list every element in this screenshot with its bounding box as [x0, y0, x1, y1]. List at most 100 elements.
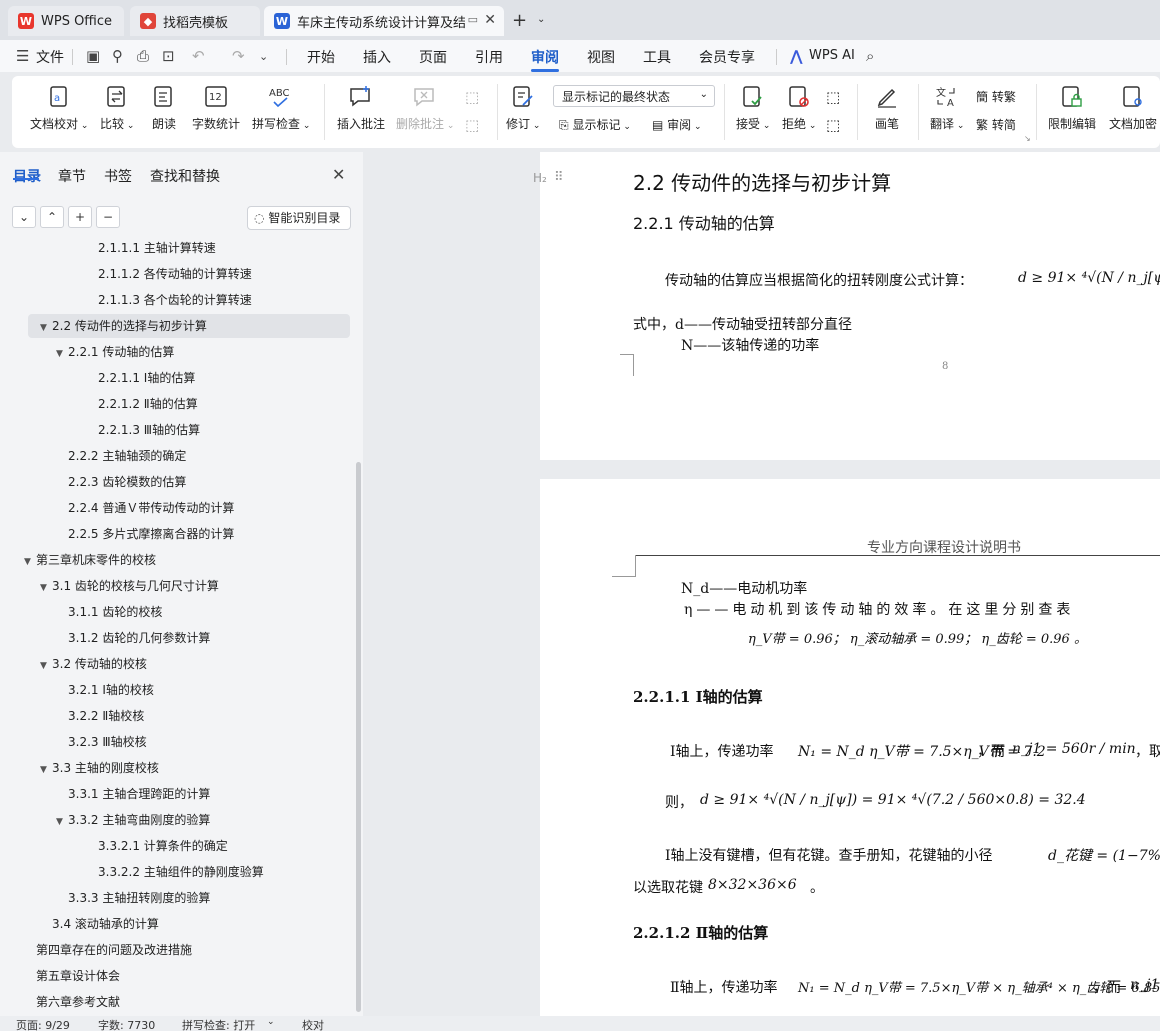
spell-check-indicator[interactable]: 拼写检查: 打开	[182, 1017, 255, 1031]
prev-change-icon[interactable]: ⬚	[826, 88, 840, 106]
drag-handle-icon[interactable]: ⠿	[554, 170, 564, 185]
tab-wps-office[interactable]: W WPS Office	[8, 6, 124, 36]
toc-item[interactable]: 2.1.1.2 各传动轴的计算转速	[86, 262, 252, 286]
review-pane-button[interactable]: ▤ 审阅 ⌄	[652, 116, 702, 133]
toc-item[interactable]: ▼ 第三章机床零件的校核	[24, 548, 156, 572]
toc-item[interactable]: ▼ 2.2 传动件的选择与初步计算	[28, 314, 350, 338]
page-indicator[interactable]: 页面: 9/29	[16, 1017, 70, 1031]
toc-item[interactable]: 3.3.1 主轴合理跨距的计算	[56, 782, 210, 806]
expand-up-button[interactable]: ⌃	[40, 206, 64, 228]
spell-check-button[interactable]: ABC 拼写检查 ⌄	[252, 84, 310, 132]
print-preview-icon[interactable]: ⊡	[162, 47, 175, 65]
toc-item[interactable]: 3.3.3 主轴扭转刚度的验算	[56, 886, 210, 910]
toc-item[interactable]: 2.2.4 普通Ｖ带传动传动的计算	[56, 496, 234, 520]
share-icon[interactable]: ⚲	[112, 47, 123, 65]
search-icon[interactable]: ⌕	[866, 47, 874, 65]
add-level-button[interactable]: +	[68, 206, 92, 228]
toc-item[interactable]: 3.3.2.2 主轴组件的静刚度验算	[86, 860, 264, 884]
save-icon[interactable]: ▣	[86, 47, 100, 65]
menu-review[interactable]: 审阅	[531, 47, 559, 67]
chevron-down-icon[interactable]: ⌄	[537, 14, 545, 25]
toc-item[interactable]: 第四章存在的问题及改进措施	[24, 938, 192, 962]
toc-item[interactable]: ▼ 2.2.1 传动轴的估算	[56, 340, 174, 364]
toc-item[interactable]: ▼ 3.1 齿轮的校核与几何尺寸计算	[40, 574, 219, 598]
toc-item[interactable]: 3.2.1 Ⅰ轴的校核	[56, 678, 154, 702]
toc-item[interactable]: 2.2.2 主轴轴颈的确定	[56, 444, 186, 468]
revise-button[interactable]: 修订 ⌄	[506, 84, 540, 132]
toc-item[interactable]: 3.2.2 Ⅱ轴校核	[56, 704, 144, 728]
tab-toc[interactable]: 目录	[13, 166, 41, 186]
caret-down-icon[interactable]: ▼	[56, 342, 68, 366]
tab-document[interactable]: W 车床主传动系统设计计算及结构 ▭ ✕	[264, 6, 504, 36]
markup-state-select[interactable]: 显示标记的最终状态 ⌄	[553, 85, 715, 107]
compare-button[interactable]: 比较 ⌄	[100, 84, 134, 132]
show-markup-button[interactable]: ⎘ 显示标记 ⌄	[559, 116, 631, 133]
chevron-down-icon[interactable]: ⌄	[267, 1017, 275, 1027]
menu-insert[interactable]: 插入	[363, 47, 391, 67]
prev-comment-icon[interactable]: ⬚	[465, 88, 479, 106]
caret-down-icon[interactable]: ▼	[40, 576, 52, 600]
word-count-indicator[interactable]: 字数: 7730	[98, 1017, 155, 1031]
menu-view[interactable]: 视图	[587, 47, 615, 67]
restrict-edit-button[interactable]: 限制编辑	[1048, 84, 1096, 132]
new-tab-icon[interactable]: +	[512, 10, 527, 31]
menu-wps-ai[interactable]: WPS AI	[809, 48, 855, 63]
toc-item[interactable]: 3.2.3 Ⅲ轴校核	[56, 730, 147, 754]
toc-item[interactable]: 2.2.5 多片式摩擦离合器的计算	[56, 522, 234, 546]
smart-toc-button[interactable]: ◌ 智能识别目录	[247, 206, 351, 230]
toc-item[interactable]: 第六章参考文献	[24, 990, 120, 1014]
menu-file[interactable]: 文件	[36, 47, 64, 67]
heading-level-marker[interactable]: H₂	[533, 171, 547, 185]
toc-item[interactable]: 3.4 滚动轴承的计算	[40, 912, 159, 936]
to-traditional-button[interactable]: 簡 转繁	[976, 88, 1016, 105]
chevron-down-icon[interactable]: ⌄	[259, 50, 268, 63]
delete-comment-button[interactable]: 删除批注 ⌄	[396, 84, 454, 132]
tab-bookmarks[interactable]: 书签	[104, 166, 132, 186]
caret-down-icon[interactable]: ▼	[40, 654, 52, 678]
print-icon[interactable]: ⎙	[137, 47, 149, 65]
word-count-button[interactable]: 12 字数统计	[192, 84, 240, 132]
pen-button[interactable]: 画笔	[874, 84, 900, 132]
close-icon[interactable]: ✕	[332, 165, 345, 184]
remove-level-button[interactable]: −	[96, 206, 120, 228]
menu-member[interactable]: 会员专享	[699, 47, 755, 67]
toc-item[interactable]: 2.1.1.1 主轴计算转速	[86, 236, 216, 260]
expand-icon[interactable]: ↘	[1024, 134, 1031, 143]
caret-down-icon[interactable]: ▼	[40, 316, 52, 340]
toc-item[interactable]: 3.1.2 齿轮的几何参数计算	[56, 626, 210, 650]
toc-item[interactable]: ▼ 3.3.2 主轴弯曲刚度的验算	[56, 808, 210, 832]
caret-down-icon[interactable]: ▼	[56, 810, 68, 834]
insert-comment-button[interactable]: 插入批注	[337, 84, 385, 132]
menu-start[interactable]: 开始	[307, 47, 335, 67]
document-area[interactable]: H₂ ⠿ 2.2 传动件的选择与初步计算 2.2.1 传动轴的估算 传动轴的估算…	[363, 152, 1160, 1016]
toc-item[interactable]: 2.2.1.1 Ⅰ轴的估算	[86, 366, 195, 390]
undo-icon[interactable]: ↶	[192, 47, 205, 65]
toc-item[interactable]: 2.2.1.3 Ⅲ轴的估算	[86, 418, 200, 442]
toc-item[interactable]: 3.1.1 齿轮的校核	[56, 600, 162, 624]
reject-button[interactable]: 拒绝 ⌄	[782, 84, 816, 132]
toc-item[interactable]: ▼ 3.3 主轴的刚度校核	[40, 756, 159, 780]
tab-find-replace[interactable]: 查找和替换	[150, 166, 220, 186]
toc-item[interactable]: 2.1.1.3 各个齿轮的计算转速	[86, 288, 252, 312]
toc-item[interactable]: 第五章设计体会	[24, 964, 120, 988]
scrollbar[interactable]	[356, 462, 361, 1012]
caret-down-icon[interactable]: ▼	[24, 550, 36, 574]
next-change-icon[interactable]: ⬚	[826, 116, 840, 134]
redo-icon[interactable]: ↷	[232, 47, 245, 65]
read-aloud-button[interactable]: 朗读	[151, 84, 177, 132]
menu-reference[interactable]: 引用	[475, 47, 503, 67]
toc-item[interactable]: 2.2.1.2 Ⅱ轴的估算	[86, 392, 198, 416]
next-comment-icon[interactable]: ⬚	[465, 116, 479, 134]
tab-chapters[interactable]: 章节	[58, 166, 86, 186]
to-simplified-button[interactable]: 繁 转简	[976, 116, 1016, 133]
doc-proof-button[interactable]: a 文档校对 ⌄	[30, 84, 88, 132]
close-tab-icon[interactable]: ✕	[484, 12, 496, 28]
tab-templates[interactable]: ◆ 找稻壳模板	[130, 6, 260, 36]
toc-item[interactable]: 2.2.3 齿轮模数的估算	[56, 470, 186, 494]
toc-item[interactable]: 3.3.2.1 计算条件的确定	[86, 834, 228, 858]
caret-down-icon[interactable]: ▼	[40, 758, 52, 782]
collapse-all-button[interactable]: ⌄	[12, 206, 36, 228]
translate-button[interactable]: 文A 翻译 ⌄	[930, 84, 964, 132]
proof-indicator[interactable]: 校对	[302, 1017, 324, 1031]
hamburger-icon[interactable]: ☰	[16, 47, 29, 65]
